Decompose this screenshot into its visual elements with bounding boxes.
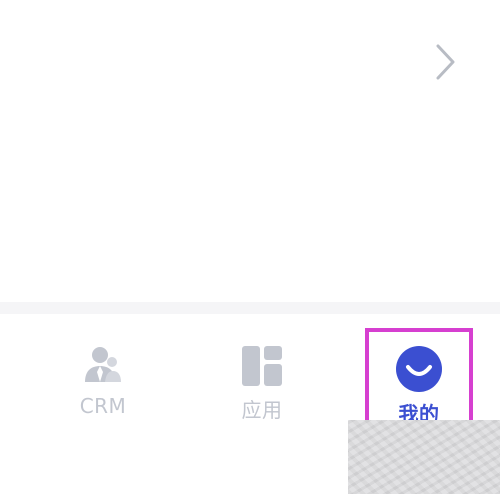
tab-crm-label: CRM	[79, 394, 127, 418]
tab-apps[interactable]: 应用	[202, 314, 322, 422]
tab-mine[interactable]: 我的	[365, 328, 473, 426]
smiley-profile-icon	[396, 346, 442, 392]
chevron-right-icon[interactable]	[428, 40, 460, 84]
apps-grid-icon	[242, 346, 282, 386]
main-content	[0, 0, 500, 302]
section-divider	[0, 302, 500, 314]
tab-apps-label: 应用	[241, 398, 283, 422]
crm-people-icon	[85, 347, 121, 382]
tab-crm[interactable]: CRM	[43, 314, 163, 422]
blurred-watermark	[348, 420, 500, 494]
